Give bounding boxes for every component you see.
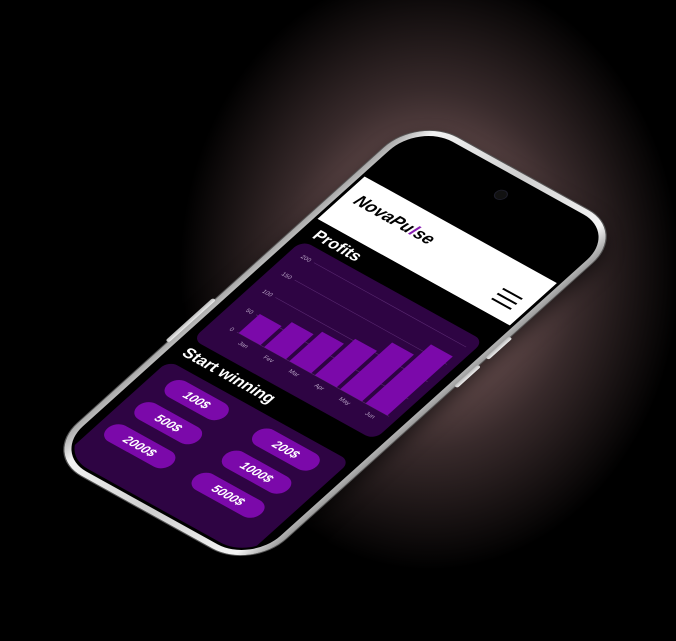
scene: NovaPulse Profits 0 50 100 150 200 Jan Fev Mar A… [0, 0, 676, 641]
app-logo[interactable]: NovaPulse [348, 192, 440, 248]
y-tick-label: 100 [260, 288, 275, 298]
y-tick-label: 50 [244, 307, 256, 315]
front-camera [490, 187, 511, 202]
custom-amount-field[interactable]: $ [58, 465, 170, 544]
x-tick-label: Apr [312, 382, 325, 391]
y-tick-label: 150 [279, 271, 294, 281]
hamburger-menu-icon[interactable] [491, 287, 523, 310]
x-tick-label: Fev [261, 354, 276, 364]
logo-text-main: NovaPu [349, 191, 420, 236]
y-tick-label: 200 [299, 253, 314, 263]
y-tick-label: 0 [227, 326, 236, 333]
phone: NovaPulse Profits 0 50 100 150 200 Jan Fev Mar A… [43, 115, 627, 570]
x-tick-label: Jun [363, 410, 377, 420]
x-tick-label: Mar [286, 368, 300, 378]
x-tick-label: Jan [236, 340, 250, 350]
x-tick-label: May [337, 396, 353, 407]
dollar-sign: $ [58, 473, 75, 489]
